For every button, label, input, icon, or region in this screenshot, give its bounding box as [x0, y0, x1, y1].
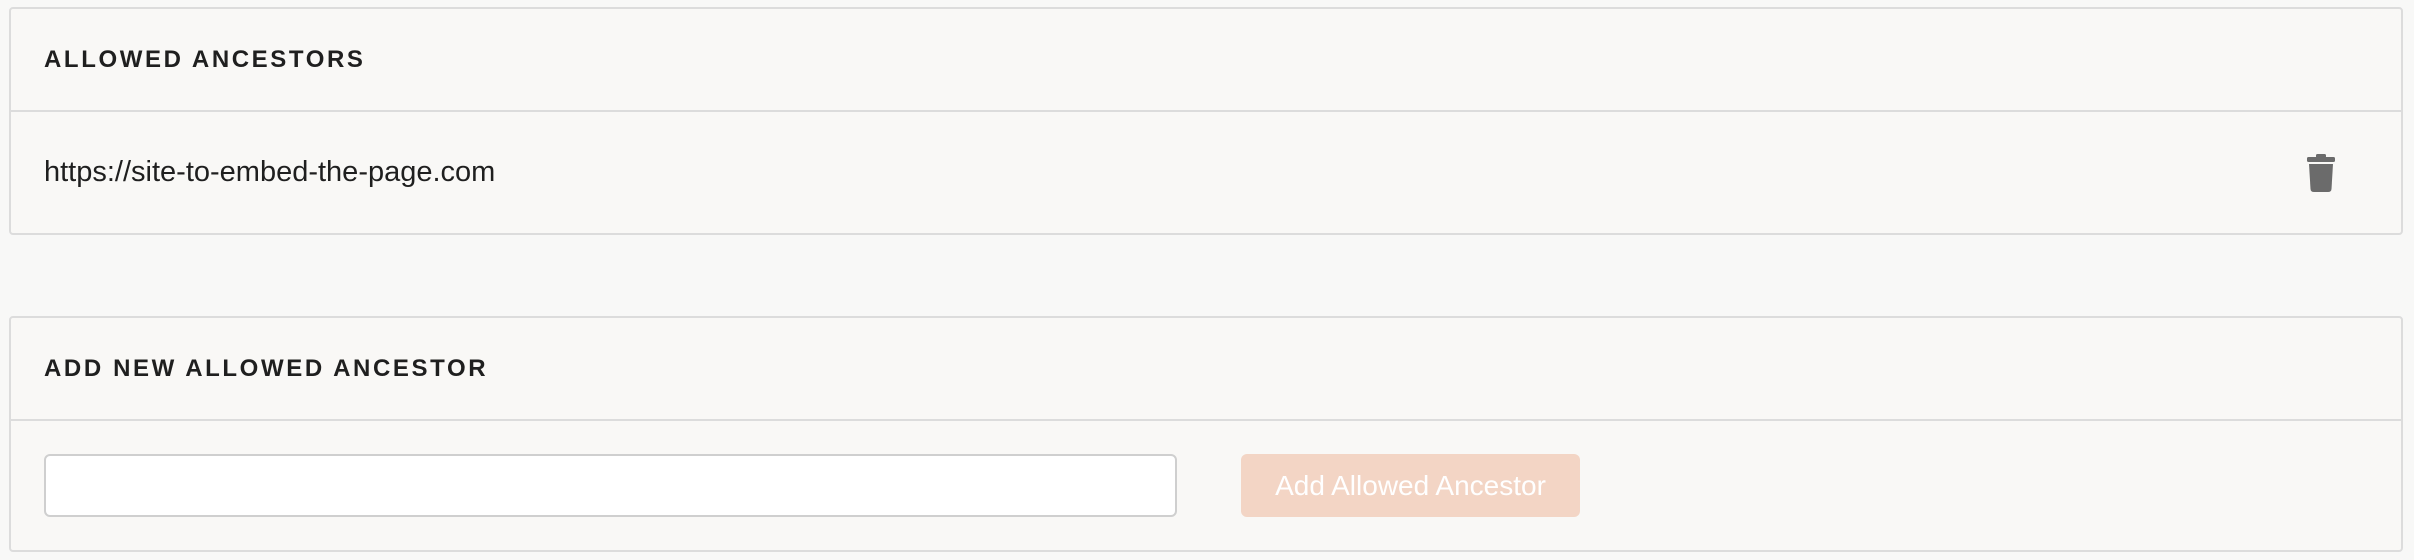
add-new-ancestor-header: ADD NEW ALLOWED ANCESTOR [11, 318, 2401, 421]
trash-icon-svg [2307, 153, 2335, 192]
ancestor-url-input[interactable] [44, 454, 1177, 517]
add-new-ancestor-title: ADD NEW ALLOWED ANCESTOR [44, 354, 489, 382]
trash-icon[interactable] [2301, 151, 2341, 195]
add-ancestor-row: Add Allowed Ancestor [11, 421, 2401, 550]
allowed-ancestors-header: ALLOWED ANCESTORS [11, 9, 2401, 112]
ancestor-url: https://site-to-embed-the-page.com [44, 156, 496, 188]
ancestor-row: https://site-to-embed-the-page.com [11, 112, 2401, 233]
add-allowed-ancestor-button[interactable]: Add Allowed Ancestor [1241, 454, 1580, 517]
add-new-ancestor-panel: ADD NEW ALLOWED ANCESTOR Add Allowed Anc… [9, 316, 2403, 552]
allowed-ancestors-title: ALLOWED ANCESTORS [44, 45, 366, 73]
allowed-ancestors-panel: ALLOWED ANCESTORS https://site-to-embed-… [9, 7, 2403, 235]
